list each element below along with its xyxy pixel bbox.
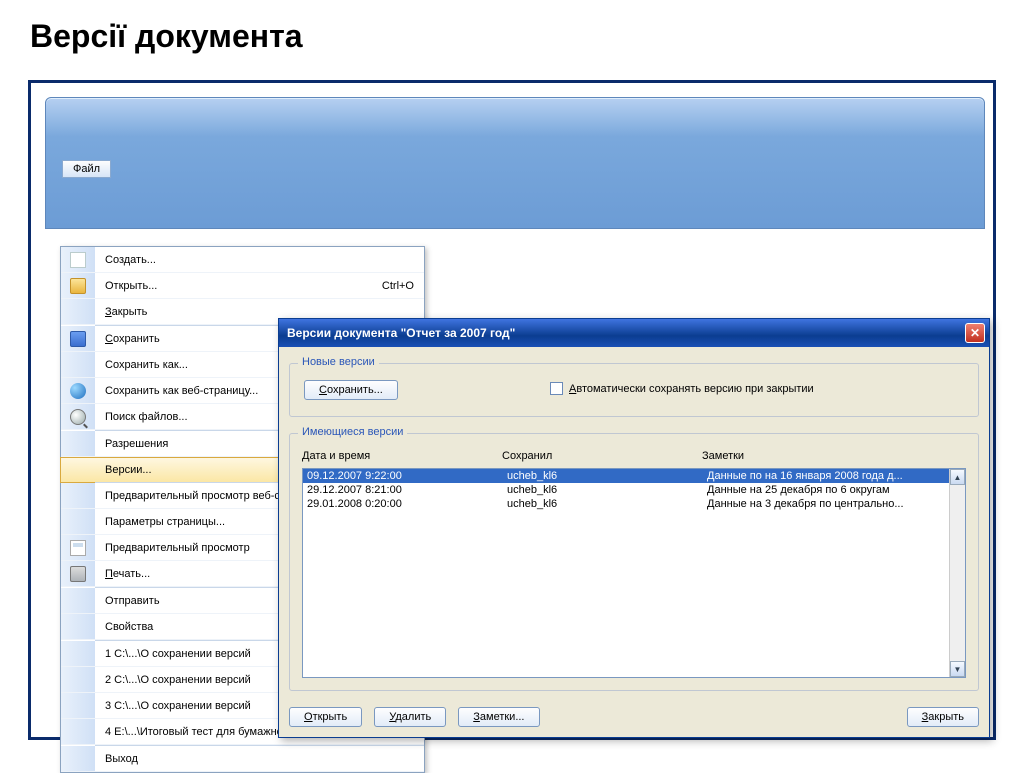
cell-date: 09.12.2007 9:22:00 [307, 470, 507, 482]
scroll-up-icon[interactable]: ▲ [950, 469, 965, 485]
auto-save-checkbox[interactable] [550, 382, 563, 395]
list-scrollbar[interactable]: ▲ ▼ [949, 469, 965, 677]
save-version-button[interactable]: Сохранить... [304, 380, 398, 400]
col-header-notes: Заметки [702, 450, 966, 462]
folder-open-icon [70, 278, 86, 294]
cell-user: ucheb_kl6 [507, 484, 707, 496]
delete-button[interactable]: Удалить [374, 707, 446, 727]
file-menu-tab[interactable]: Файл [62, 160, 111, 178]
auto-save-label: Автоматически сохранять версию при закры… [569, 383, 814, 395]
menu-item-open[interactable]: Открыть... Ctrl+O [61, 273, 424, 299]
save-icon [70, 331, 86, 347]
app-window-background: Файл [45, 97, 985, 229]
menu-label: Закрыть [95, 306, 414, 318]
col-header-user: Сохранил [502, 450, 702, 462]
col-header-date: Дата и время [302, 450, 502, 462]
close-dialog-button[interactable]: Закрыть [907, 707, 979, 727]
close-icon: ✕ [970, 326, 980, 340]
group-label-new: Новые версии [298, 356, 379, 368]
globe-icon [70, 383, 86, 399]
notes-button[interactable]: Заметки... [458, 707, 539, 727]
slide-frame: Файл Создать... Открыть... Ctrl+O Закрыт… [28, 80, 996, 740]
group-existing-versions: Имеющиеся версии Дата и время Сохранил З… [289, 433, 979, 691]
list-row[interactable]: 29.12.2007 8:21:00 ucheb_kl6 Данные на 2… [303, 483, 965, 497]
search-icon [70, 409, 86, 425]
auto-save-checkbox-row[interactable]: Автоматически сохранять версию при закры… [550, 382, 814, 395]
versions-listview[interactable]: 09.12.2007 9:22:00 ucheb_kl6 Данные по н… [302, 468, 966, 678]
dialog-titlebar[interactable]: Версии документа "Отчет за 2007 год" ✕ [279, 319, 989, 347]
menu-shortcut: Ctrl+O [362, 280, 414, 292]
close-button[interactable]: ✕ [965, 323, 985, 343]
new-doc-icon [70, 252, 86, 268]
menu-item-exit[interactable]: Выход [61, 746, 424, 772]
list-row[interactable]: 09.12.2007 9:22:00 ucheb_kl6 Данные по н… [303, 469, 965, 483]
group-new-versions: Новые версии Сохранить... Автоматически … [289, 363, 979, 417]
scroll-down-icon[interactable]: ▼ [950, 661, 965, 677]
page-title: Версії документа [0, 0, 1024, 65]
list-columns-header: Дата и время Сохранил Заметки [302, 450, 966, 462]
print-preview-icon [70, 540, 86, 556]
cell-date: 29.12.2007 8:21:00 [307, 484, 507, 496]
printer-icon [70, 566, 86, 582]
cell-note: Данные по на 16 января 2008 года д... [707, 470, 961, 482]
menu-label: Открыть... [95, 280, 362, 292]
dialog-button-row: Открыть Удалить Заметки... Закрыть [289, 707, 979, 727]
menu-label: Создать... [95, 254, 414, 266]
cell-note: Данные на 25 декабря по 6 округам [707, 484, 961, 496]
cell-user: ucheb_kl6 [507, 470, 707, 482]
menu-label: Выход [95, 753, 414, 765]
versions-dialog: Версии документа "Отчет за 2007 год" ✕ Н… [278, 318, 990, 738]
dialog-title: Версии документа "Отчет за 2007 год" [287, 326, 515, 340]
cell-note: Данные на 3 декабря по центрально... [707, 498, 961, 510]
menu-item-new[interactable]: Создать... [61, 247, 424, 273]
menu-bar: Файл [62, 158, 111, 180]
cell-user: ucheb_kl6 [507, 498, 707, 510]
list-row[interactable]: 29.01.2008 0:20:00 ucheb_kl6 Данные на 3… [303, 497, 965, 511]
group-label-existing: Имеющиеся версии [298, 426, 407, 438]
cell-date: 29.01.2008 0:20:00 [307, 498, 507, 510]
open-button[interactable]: Открыть [289, 707, 362, 727]
